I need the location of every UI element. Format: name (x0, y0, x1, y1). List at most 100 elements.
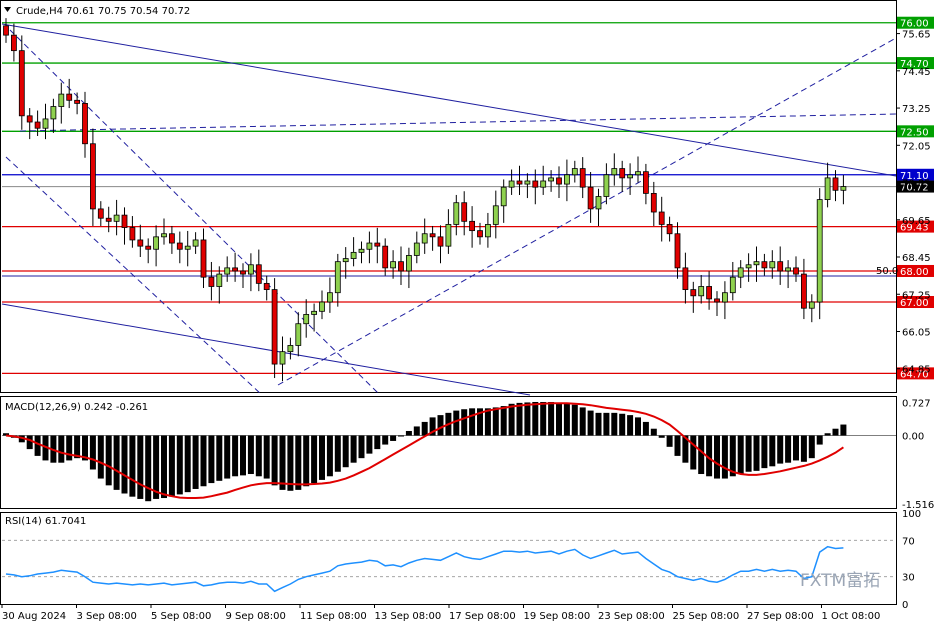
macd-bar (208, 435, 215, 484)
candle-up (571, 168, 578, 176)
price-tick-label: 64.85 (902, 365, 931, 376)
macd-label: MACD(12,26,9) 0.242 -0.261 (5, 402, 148, 413)
rsi-label: RSI(14) 61.7041 (5, 516, 86, 527)
rsi-panel (0, 512, 897, 605)
macd-bar (579, 407, 586, 436)
candle-up (161, 233, 167, 238)
candle-up (342, 258, 349, 263)
macd-bar (26, 435, 33, 450)
macd-bar (769, 435, 776, 467)
price-tick-label: 75.65 (902, 30, 931, 41)
macd-tick-label: 0.00 (902, 432, 924, 443)
candle-up (287, 345, 294, 353)
candle-up (769, 261, 776, 269)
candle-up (421, 233, 428, 244)
price-tick-label: 68.45 (902, 253, 931, 264)
macd-bar (311, 435, 318, 484)
candle-up (453, 202, 460, 225)
macd-bar (777, 435, 784, 464)
macd-bar (200, 435, 207, 487)
candle-up (603, 174, 610, 197)
macd-bar (240, 435, 246, 476)
macd-bar (714, 435, 720, 479)
candle-down (650, 192, 657, 213)
candle-up (247, 264, 254, 275)
candle-up (334, 261, 341, 294)
macd-bar (721, 435, 728, 479)
macd-axis-ticks: 0.7270.00-1.516 (902, 399, 934, 512)
candle-down (587, 186, 594, 210)
candle-up (366, 242, 373, 250)
time-label: 25 Sep 08:00 (673, 611, 740, 622)
candle-down (516, 180, 523, 185)
candle-up (184, 245, 191, 250)
candle-down (176, 242, 183, 250)
time-label: 13 Sep 08:00 (375, 611, 442, 622)
candle-down (105, 217, 112, 222)
candle-up (611, 168, 618, 176)
watermark: FXTM富拓 (800, 571, 880, 591)
macd-bar (540, 401, 547, 436)
macd-bar (271, 435, 278, 486)
macd-bar (358, 435, 365, 459)
macd-bar (816, 435, 823, 445)
macd-bar (121, 435, 128, 494)
price-tick-label: 74.45 (902, 67, 931, 78)
rsi-tick-label: 30 (902, 573, 915, 584)
price-tick-label: 73.25 (902, 104, 931, 115)
macd-bar (405, 430, 412, 436)
candle-up (627, 174, 633, 179)
candle-up (303, 314, 310, 325)
macd-bar (366, 435, 373, 454)
macd-bar (34, 435, 41, 456)
candle-down (255, 264, 262, 284)
candle-down (706, 286, 712, 300)
time-label: 5 Sep 08:00 (151, 611, 211, 622)
candle-down (469, 220, 476, 232)
candle-down (714, 298, 720, 303)
candle-up (216, 273, 223, 287)
candle-down (10, 34, 17, 52)
macd-bar (382, 435, 389, 445)
macd-bar (374, 435, 381, 450)
candle-down (90, 143, 96, 210)
fib-label: 50.0 (876, 266, 898, 277)
macd-bar (840, 424, 847, 436)
candle-up (311, 310, 318, 315)
macd-bar (279, 435, 286, 490)
candle-up (153, 236, 160, 250)
candle-down (461, 202, 468, 222)
candle-up (50, 106, 57, 120)
candle-down (532, 180, 539, 188)
macd-bar (698, 435, 705, 475)
candle-down (619, 168, 626, 179)
macd-bar (524, 402, 531, 436)
candle-down (263, 282, 270, 290)
candle-up (564, 174, 570, 185)
candle-up (524, 180, 531, 185)
candle-up (445, 224, 452, 247)
macd-bar (745, 435, 752, 472)
candle-down (240, 270, 246, 275)
level-tag-label: 76.00 (900, 19, 929, 30)
candle-down (200, 239, 207, 278)
macd-bar (224, 435, 231, 479)
macd-bar (611, 412, 618, 436)
macd-bar (161, 435, 167, 499)
candle-down (232, 267, 239, 272)
candle-up (42, 118, 49, 129)
macd-bar (658, 435, 665, 438)
macd-bar (342, 435, 349, 468)
rsi-axis-ticks: 100 70 30 0 (902, 509, 921, 611)
macd-bar (548, 401, 555, 436)
candle-down (374, 242, 381, 247)
macd-bar (398, 435, 404, 437)
candle-down (682, 267, 689, 290)
macd-bar (129, 435, 136, 497)
macd-bar (516, 402, 523, 436)
level-tag-label: 72.50 (900, 127, 929, 138)
macd-bar (469, 408, 476, 436)
time-axis-labels: 30 Aug 2024 3 Sep 08:00 5 Sep 08:00 9 Sep 0… (1, 604, 880, 622)
price-tick-label: 72.05 (902, 141, 931, 152)
macd-bar (184, 435, 191, 493)
